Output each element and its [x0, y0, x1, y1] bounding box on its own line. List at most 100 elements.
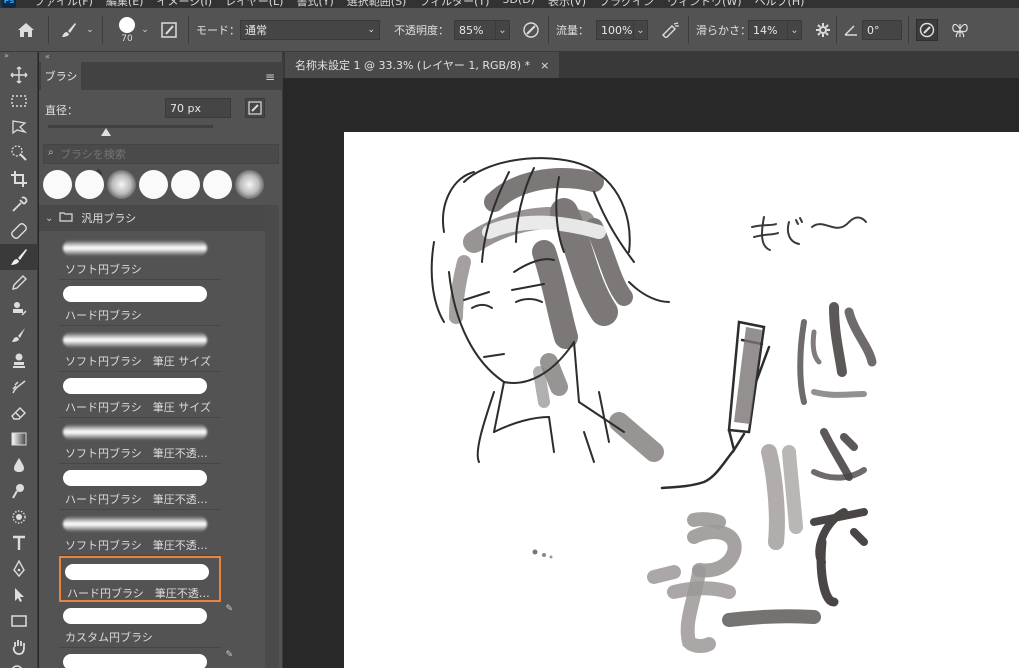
- canvas-workspace[interactable]: [283, 78, 1019, 668]
- mode-value: 通常: [245, 24, 267, 37]
- menu-item[interactable]: 3D(D): [502, 0, 535, 8]
- brush-preset-item[interactable]: カスタム円ブラシ ✎: [59, 602, 233, 648]
- document-tab[interactable]: 名称未設定 1 @ 33.3% (レイヤー 1, RGB/8) * ×: [285, 52, 560, 78]
- opacity-input[interactable]: 85%: [454, 20, 496, 40]
- clone-stamp-tool-icon[interactable]: [0, 296, 38, 322]
- recent-brush-soft[interactable]: [235, 170, 264, 199]
- brush-preset-item[interactable]: ハード円ブラシ: [59, 280, 221, 326]
- dodge-tool-icon[interactable]: [0, 478, 38, 504]
- angle-icon: [842, 8, 860, 52]
- menu-item[interactable]: 表示(V): [548, 0, 586, 8]
- document-canvas[interactable]: [344, 132, 1019, 668]
- expand-toolbar-icon[interactable]: »: [0, 52, 37, 62]
- airbrush-icon[interactable]: [658, 8, 682, 52]
- brush-list: ソフト円ブラシハード円ブラシ ソフト円ブラシ 筆圧 サイズ ハード円ブラシ 筆圧 サ…: [59, 234, 241, 668]
- gear-icon[interactable]: [812, 8, 834, 52]
- menu-item[interactable]: イメージ(I): [156, 0, 212, 8]
- menu-item[interactable]: ウィンドウ(W): [667, 0, 741, 8]
- pressure-size-icon[interactable]: [914, 8, 940, 52]
- blur-tool-icon[interactable]: [0, 452, 38, 478]
- rectangle-tool-icon[interactable]: [0, 608, 38, 634]
- chevron-down-icon: ⌄: [367, 25, 375, 35]
- brush-settings-icon[interactable]: [245, 98, 265, 118]
- symmetry-butterfly-icon[interactable]: [948, 8, 972, 52]
- brush-preset-item[interactable]: ソフト円ブラシ: [59, 234, 221, 280]
- brush-stroke-preview: [63, 240, 207, 256]
- hand-tool-icon[interactable]: [0, 634, 38, 660]
- brush-settings-panel-icon[interactable]: [158, 8, 180, 52]
- menu-item[interactable]: フィルター(T): [419, 0, 489, 8]
- pencil-tool-icon[interactable]: [0, 270, 38, 296]
- pressure-opacity-icon[interactable]: [520, 8, 542, 52]
- healing-brush-tool-icon[interactable]: [0, 218, 38, 244]
- menu-item[interactable]: ファイル(F): [34, 0, 93, 8]
- menu-item[interactable]: 選択範囲(S): [347, 0, 407, 8]
- brush-list-scrollbar[interactable]: [265, 205, 279, 668]
- brush-tool-icon[interactable]: [0, 244, 38, 270]
- menu-item[interactable]: 編集(E): [106, 0, 144, 8]
- home-icon[interactable]: [12, 8, 40, 52]
- recent-brush-hard[interactable]: [139, 170, 168, 199]
- pen-tool-icon[interactable]: [0, 556, 38, 582]
- brush-preset-item[interactable]: ハード円ブラシ 筆圧不透明...: [59, 556, 221, 602]
- zoom-tool-icon[interactable]: [0, 660, 38, 668]
- diameter-label: 直径：: [45, 104, 78, 117]
- recent-brush-soft[interactable]: [107, 170, 136, 199]
- collapse-panel-icon[interactable]: «: [45, 52, 50, 61]
- type-tool-icon[interactable]: [0, 530, 38, 556]
- brush-preset-name: ハード円ブラシ 筆圧不透明度: [65, 493, 215, 506]
- stamp-tool-icon[interactable]: [0, 348, 38, 374]
- menu-item[interactable]: ヘルプ(H): [755, 0, 805, 8]
- mode-select[interactable]: 通常 ⌄: [240, 20, 380, 40]
- brush-preset-item[interactable]: ソフト円ブラシ 筆圧不透明度: [59, 418, 221, 464]
- marquee-tool-icon[interactable]: [0, 88, 38, 114]
- recent-brush-hard-pen[interactable]: ✎: [75, 168, 104, 199]
- lasso-tool-icon[interactable]: [0, 114, 38, 140]
- diameter-slider-thumb[interactable]: [100, 128, 111, 136]
- recent-brush-hard[interactable]: [171, 170, 200, 199]
- search-icon: ⌕: [48, 147, 54, 158]
- quick-selection-tool-icon[interactable]: [0, 140, 38, 166]
- art-history-brush-tool-icon[interactable]: [0, 374, 38, 400]
- brush-size-picker[interactable]: 70: [112, 8, 142, 52]
- chevron-down-icon[interactable]: ⌄: [634, 20, 648, 40]
- brush-stroke-preview: [63, 654, 207, 668]
- panel-menu-icon[interactable]: ≡: [265, 70, 275, 84]
- flow-input[interactable]: 100%: [596, 20, 634, 40]
- brush-preset-item[interactable]: ソフト円ブラシ 筆圧 サイズ: [59, 326, 221, 372]
- pen-pressure-icon: ✎: [225, 650, 233, 660]
- path-selection-tool-icon[interactable]: [0, 582, 38, 608]
- history-brush-tool-icon[interactable]: [0, 322, 38, 348]
- brush-group-general[interactable]: ⌄ 汎用ブラシ: [39, 205, 265, 231]
- brush-tool-preset-icon[interactable]: [58, 8, 80, 52]
- brush-group-name: 汎用ブラシ: [81, 212, 137, 225]
- smoothing-input[interactable]: 14%: [748, 20, 788, 40]
- eyedropper-tool-icon[interactable]: [0, 192, 38, 218]
- brush-preset-item[interactable]: ✎: [59, 648, 233, 668]
- chevron-down-icon[interactable]: ⌄: [140, 8, 150, 52]
- chevron-down-icon[interactable]: ⌄: [788, 20, 802, 40]
- move-tool-icon[interactable]: [0, 62, 38, 88]
- brush-preset-item[interactable]: ソフト円ブラシ 筆圧不透明...: [59, 510, 221, 556]
- eraser-tool-icon[interactable]: [0, 400, 38, 426]
- brush-preset-item[interactable]: ハード円ブラシ 筆圧不透明度: [59, 464, 221, 510]
- menu-item[interactable]: 書式(Y): [296, 0, 333, 8]
- brush-search-input[interactable]: [60, 146, 272, 162]
- diameter-input[interactable]: 70 px: [165, 98, 231, 118]
- crop-tool-icon[interactable]: [0, 166, 38, 192]
- tab-brushes[interactable]: ブラシ: [41, 62, 81, 90]
- chevron-down-icon[interactable]: ⌄: [496, 20, 510, 40]
- close-icon[interactable]: ×: [540, 59, 549, 72]
- gradient-tool-icon[interactable]: [0, 426, 38, 452]
- menu-item[interactable]: プラグイン: [599, 0, 654, 8]
- recent-brush-hard[interactable]: [43, 170, 72, 199]
- brush-preset-name: ソフト円ブラシ: [65, 263, 142, 276]
- brush-preset-item[interactable]: ハード円ブラシ 筆圧 サイズ: [59, 372, 221, 418]
- angle-input[interactable]: 0°: [862, 20, 902, 40]
- chevron-down-icon: ⌄: [45, 212, 54, 224]
- recent-brush-hard[interactable]: [203, 170, 232, 199]
- diameter-slider-track[interactable]: [48, 125, 213, 128]
- menu-item[interactable]: レイヤー(L): [225, 0, 283, 8]
- chevron-down-icon[interactable]: ⌄: [84, 8, 96, 52]
- sponge-tool-icon[interactable]: [0, 504, 38, 530]
